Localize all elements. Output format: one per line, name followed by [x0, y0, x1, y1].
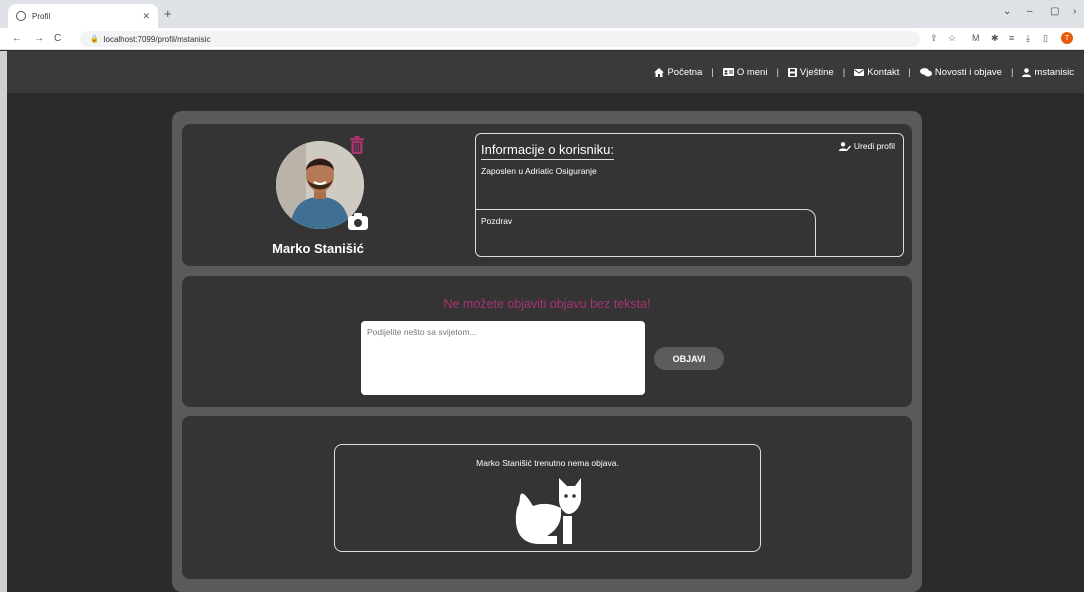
- edit-profile-label: Uredi profil: [853, 141, 895, 151]
- nav-separator: |: [1010, 66, 1014, 78]
- reading-list-icon[interactable]: ≡: [1009, 33, 1014, 43]
- publish-button[interactable]: OBJAVI: [654, 347, 724, 370]
- minimize-icon[interactable]: –: [1027, 6, 1033, 17]
- user-edit-icon: [838, 141, 851, 151]
- new-tab-icon[interactable]: +: [164, 6, 172, 21]
- tab-title: Profil: [32, 11, 51, 21]
- close-tab-icon[interactable]: ✕: [142, 11, 150, 22]
- extensions-puzzle-icon[interactable]: ✱: [991, 33, 999, 44]
- nav-label: O meni: [736, 66, 768, 78]
- nav-separator: |: [711, 66, 714, 78]
- home-icon: [654, 67, 665, 77]
- job-text: Zaposlen u Adriatic Osiguranje: [481, 166, 597, 176]
- nav-separator: |: [908, 66, 911, 78]
- scroll-edge: [0, 51, 7, 592]
- nav-item-vjestine[interactable]: Vještine: [787, 66, 834, 78]
- user-icon: [1022, 67, 1032, 77]
- close-window-icon[interactable]: ›: [1073, 6, 1076, 17]
- nav-label: Vještine: [799, 66, 834, 78]
- empty-posts-box: Marko Stanišić trenutno nema objava.: [334, 444, 761, 552]
- post-composer-section: Ne možete objaviti objavu bez teksta! OB…: [182, 276, 912, 407]
- cat-icon: [515, 478, 581, 544]
- share-icon[interactable]: ⇪: [930, 33, 938, 44]
- nav-separator: |: [776, 66, 779, 78]
- greeting-text: Pozdrav: [476, 209, 816, 256]
- nav-item-o-meni[interactable]: O meni: [722, 66, 768, 78]
- nav-label: mstanisic: [1034, 66, 1074, 78]
- nav-item-kontakt[interactable]: Kontakt: [854, 67, 899, 78]
- profile-card: Marko Stanišić Informacije o korisniku: …: [172, 111, 922, 592]
- side-panel-icon[interactable]: ▯: [1043, 33, 1048, 44]
- nav-label: Novosti i objave: [934, 66, 1002, 78]
- envelope-icon: [854, 68, 865, 76]
- site-navbar: Početna | O meni | Vještine | Kontakt | …: [7, 51, 1084, 93]
- lock-icon: 🔒: [90, 36, 99, 43]
- browser-window: Profil ✕ + ⌄ – ▢ › ← → C 🔒 localhost:709…: [0, 0, 1084, 592]
- delete-photo-icon[interactable]: [349, 136, 365, 154]
- edit-profile-button[interactable]: Uredi profil: [838, 141, 895, 151]
- nav-item-pocetna[interactable]: Početna: [654, 67, 702, 78]
- nav-label: Kontakt: [867, 66, 900, 78]
- address-bar[interactable]: 🔒 localhost:7099/profil/mstanisic: [80, 31, 920, 47]
- download-icon[interactable]: ⤓: [1026, 33, 1030, 44]
- restore-icon[interactable]: ▢: [1050, 6, 1059, 17]
- browser-profile-avatar[interactable]: T: [1061, 32, 1073, 44]
- comments-icon: [919, 67, 932, 76]
- url-text: localhost:7099/profil/mstanisic: [103, 34, 211, 44]
- forward-icon[interactable]: →: [34, 33, 44, 44]
- browser-toolbar: ← → C 🔒 localhost:7099/profil/mstanisic …: [0, 28, 1084, 50]
- tab-search-icon[interactable]: ⌄: [1003, 6, 1011, 17]
- id-card-icon: [722, 68, 734, 76]
- profile-header-section: Marko Stanišić Informacije o korisniku: …: [182, 124, 912, 266]
- camera-icon[interactable]: [348, 212, 368, 230]
- nav-item-novosti[interactable]: Novosti i objave: [919, 66, 1002, 78]
- tab-strip: Profil ✕ + ⌄ – ▢ ›: [0, 0, 1084, 28]
- page-viewport: Početna | O meni | Vještine | Kontakt | …: [0, 51, 1084, 592]
- nav-separator: |: [842, 66, 846, 78]
- bookmark-star-icon[interactable]: ☆: [948, 33, 956, 44]
- posts-section: Marko Stanišić trenutno nema objava.: [182, 416, 912, 579]
- nav-label: Početna: [667, 66, 703, 78]
- save-icon: [787, 67, 797, 77]
- favicon-icon: [16, 11, 26, 21]
- post-textarea[interactable]: [361, 321, 645, 395]
- browser-tab[interactable]: Profil ✕: [8, 4, 158, 28]
- reload-icon[interactable]: C: [54, 33, 61, 44]
- user-info-box: Informacije o korisniku: Uredi profil Za…: [475, 133, 904, 257]
- back-icon[interactable]: ←: [12, 33, 22, 44]
- gmail-extension-icon[interactable]: M: [972, 33, 980, 43]
- info-title: Informacije o korisniku:: [481, 142, 614, 160]
- profile-name: Marko Stanišić: [272, 241, 364, 256]
- validation-message: Ne možete objaviti objavu bez teksta!: [443, 297, 651, 311]
- empty-posts-message: Marko Stanišić trenutno nema objava.: [476, 458, 619, 468]
- nav-item-user[interactable]: mstanisic: [1022, 67, 1074, 78]
